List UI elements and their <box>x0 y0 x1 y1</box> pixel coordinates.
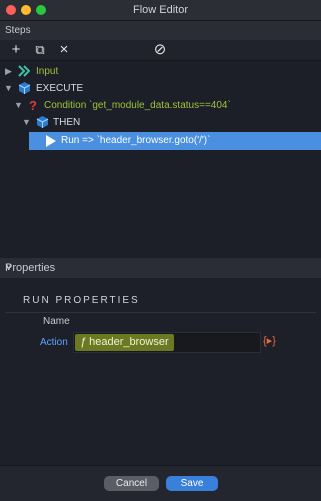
steps-header-label: Steps <box>5 25 31 36</box>
tree-item-condition[interactable]: ▼ ? Condition `get_module_data.status==4… <box>0 97 321 114</box>
cube-icon <box>36 115 49 132</box>
chevron-right-icon[interactable]: ▶ <box>5 66 12 77</box>
title-bar: Flow Editor <box>0 0 321 21</box>
tree-item-label: Run => `header_browser.goto('/')` <box>61 135 211 146</box>
add-step-button[interactable]: + <box>9 42 23 58</box>
chevron-down-icon[interactable]: ▼ <box>22 117 31 127</box>
chevron-down-icon[interactable]: ∨ <box>5 262 312 273</box>
action-field[interactable]: ƒ header_browser <box>73 332 261 353</box>
tree-item-label: EXECUTE <box>36 83 84 94</box>
chevron-down-icon[interactable]: ▼ <box>4 83 13 93</box>
properties-panel: RUN PROPERTIES Name Action ƒ header_brows… <box>0 279 321 465</box>
cancel-button[interactable]: Cancel <box>104 476 159 491</box>
action-expression-pill[interactable]: ƒ header_browser <box>75 334 174 351</box>
play-icon <box>45 134 57 151</box>
tree-item-input[interactable]: ▶ Input <box>0 63 321 80</box>
function-icon: ƒ <box>80 336 87 348</box>
steps-tree: ▶ Input ▼ EXECUTE ▼ ? Condition `get_mod… <box>0 61 321 257</box>
chevron-down-icon[interactable]: ▼ <box>14 100 23 110</box>
name-label: Name <box>43 316 70 327</box>
remove-step-button[interactable]: × <box>57 42 71 58</box>
dynamic-data-icon[interactable]: {▸} <box>263 334 276 347</box>
action-value: header_browser <box>89 336 169 348</box>
disable-step-button[interactable]: ⊘ <box>152 42 168 58</box>
cube-icon <box>18 81 31 98</box>
properties-header[interactable]: Properties ∨ <box>0 258 321 278</box>
tree-item-label: THEN <box>53 117 81 128</box>
tree-item-run[interactable]: Run => `header_browser.goto('/')` <box>29 132 321 150</box>
tree-item-then[interactable]: ▼ THEN <box>0 114 321 131</box>
tree-item-execute[interactable]: ▼ EXECUTE <box>0 80 321 97</box>
copy-step-button[interactable]: ⧉ <box>33 42 47 58</box>
tree-item-label: Input <box>36 66 59 77</box>
tree-item-label: Condition `get_module_data.status==404` <box>44 100 231 111</box>
steps-toolbar: + ⧉ × ⊘ <box>0 40 321 61</box>
dialog-footer: Cancel Save <box>0 465 321 501</box>
save-button[interactable]: Save <box>166 476 218 491</box>
run-properties-title: RUN PROPERTIES <box>23 295 140 306</box>
question-icon: ? <box>29 98 37 113</box>
window-title: Flow Editor <box>132 4 189 16</box>
chevrons-right-icon <box>18 64 31 81</box>
action-label: Action <box>40 337 68 348</box>
steps-header: Steps <box>0 21 321 41</box>
divider <box>5 312 316 313</box>
